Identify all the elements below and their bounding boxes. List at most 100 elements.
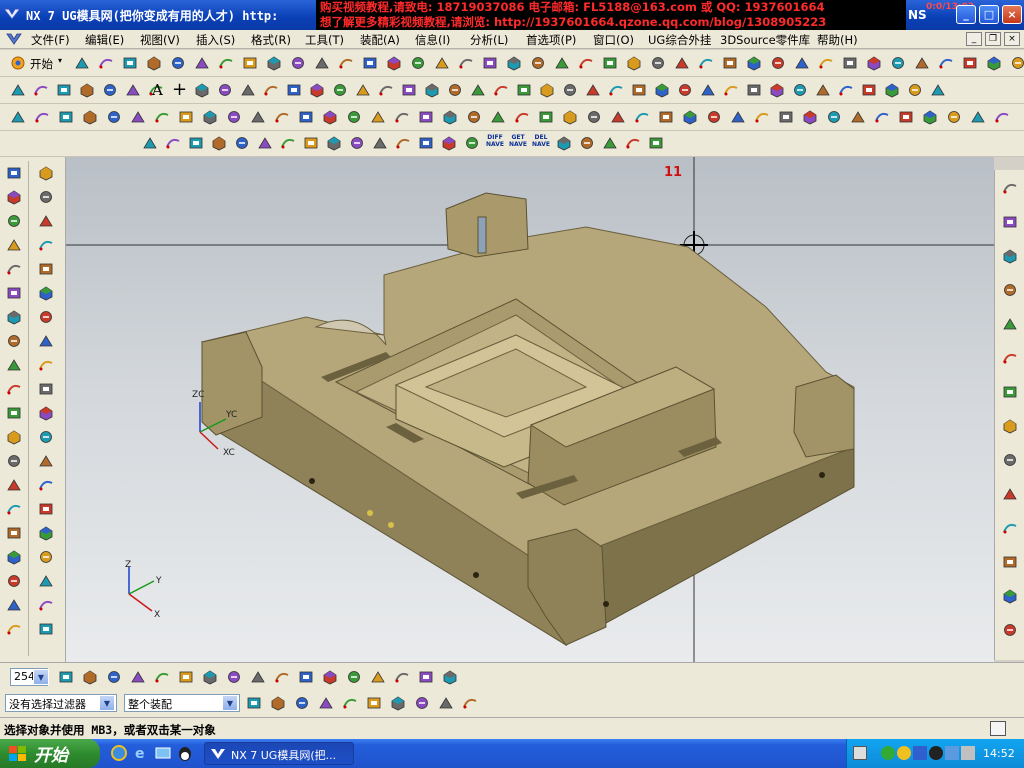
doc-minimize-button[interactable]: _ (966, 32, 982, 46)
start-button[interactable]: 开始 (0, 739, 100, 768)
curve-tool-icon[interactable] (284, 80, 304, 100)
resource-tab[interactable] (1000, 212, 1020, 232)
type-filter-arrow[interactable]: ▼ (99, 695, 115, 711)
start-dropdown-arrow[interactable]: ▾ (58, 56, 62, 65)
model-view[interactable]: YC XC ZC Z Y X (66, 157, 994, 662)
toolbar-tool-icon[interactable] (408, 53, 428, 73)
curve-tool-icon[interactable] (100, 80, 120, 100)
left-tool[interactable] (36, 475, 56, 495)
left-tool[interactable] (4, 451, 24, 471)
mold-tool-icon[interactable] (776, 107, 796, 127)
mold-tool-icon[interactable] (608, 107, 628, 127)
diff-nave-button[interactable]: DIFF NAVE (486, 134, 504, 154)
mold-tool-icon[interactable] (296, 107, 316, 127)
resource-tab[interactable] (1000, 178, 1020, 198)
toolbar-tool-icon[interactable] (768, 53, 788, 73)
mold-util-icon[interactable] (600, 133, 620, 153)
snap-tool-icon[interactable] (128, 667, 148, 687)
menu-ug-plugin[interactable]: UG综合外挂 (648, 32, 711, 48)
toolbar-tool-icon[interactable] (816, 53, 836, 73)
left-tool[interactable] (36, 427, 56, 447)
curve-tool-icon[interactable] (606, 80, 626, 100)
curve-tool-icon[interactable] (629, 80, 649, 100)
curve-tool-icon[interactable] (8, 80, 28, 100)
curve-tool-icon[interactable] (330, 80, 350, 100)
mold-tool-icon[interactable] (560, 107, 580, 127)
tray-app-icon[interactable] (881, 746, 895, 760)
toolbar-tool-icon[interactable] (936, 53, 956, 73)
mold-tool-icon[interactable] (344, 107, 364, 127)
mold-util-icon[interactable] (278, 133, 298, 153)
snap-tool-icon[interactable] (200, 667, 220, 687)
mold-util-icon[interactable] (324, 133, 344, 153)
left-tool[interactable] (36, 283, 56, 303)
layer-combo-arrow[interactable]: ▼ (33, 669, 49, 685)
left-tool[interactable] (4, 475, 24, 495)
curve-tool-icon[interactable] (836, 80, 856, 100)
mold-tool-icon[interactable] (8, 107, 28, 127)
mold-util-icon[interactable] (255, 133, 275, 153)
text-tool-button[interactable]: A (152, 81, 163, 99)
left-tool[interactable] (4, 259, 24, 279)
toolbar-tool-icon[interactable] (1008, 53, 1024, 73)
mold-util-icon[interactable] (186, 133, 206, 153)
toolbar-tool-icon[interactable] (912, 53, 932, 73)
resource-tab[interactable] (1000, 518, 1020, 538)
toolbar-tool-icon[interactable] (528, 53, 548, 73)
filter-tool-icon[interactable] (364, 693, 384, 713)
mold-tool-icon[interactable] (800, 107, 820, 127)
left-tool[interactable] (36, 619, 56, 639)
menu-window[interactable]: 窗口(O) (593, 32, 634, 48)
minimize-button[interactable]: _ (956, 5, 976, 24)
curve-tool-icon[interactable] (514, 80, 534, 100)
curve-tool-icon[interactable] (560, 80, 580, 100)
resource-tab[interactable] (1000, 620, 1020, 640)
curve-tool-icon[interactable] (652, 80, 672, 100)
mold-tool-icon[interactable] (728, 107, 748, 127)
filter-tool-icon[interactable] (460, 693, 480, 713)
mold-tool-icon[interactable] (896, 107, 916, 127)
get-nave-button[interactable]: GET NAVE (509, 134, 527, 154)
mold-util-icon[interactable] (140, 133, 160, 153)
toolbar-tool-icon[interactable] (432, 53, 452, 73)
curve-tool-icon[interactable] (744, 80, 764, 100)
left-tool[interactable] (36, 307, 56, 327)
toolbar-tool-icon[interactable] (168, 53, 188, 73)
left-tool[interactable] (36, 379, 56, 399)
mold-util-icon[interactable] (301, 133, 321, 153)
menu-format[interactable]: 格式(R) (251, 32, 291, 48)
left-tool[interactable] (4, 211, 24, 231)
left-tool[interactable] (36, 259, 56, 279)
mold-util-icon[interactable] (393, 133, 413, 153)
snap-tool-icon[interactable] (224, 667, 244, 687)
left-tool[interactable] (36, 547, 56, 567)
toolbar-tool-icon[interactable] (696, 53, 716, 73)
mold-tool-icon[interactable] (32, 107, 52, 127)
title-bar[interactable]: NX 7 UG模具网(把你变成有用的人才) http: 购买视频教程,请致电: … (0, 0, 1024, 33)
mold-tool-icon[interactable] (152, 107, 172, 127)
curve-tool-icon[interactable] (376, 80, 396, 100)
filter-tool-icon[interactable] (244, 693, 264, 713)
toolbar-tool-icon[interactable] (72, 53, 92, 73)
mold-tool-icon[interactable] (488, 107, 508, 127)
mold-util-icon[interactable] (209, 133, 229, 153)
mold-tool-icon[interactable] (824, 107, 844, 127)
mold-tool-icon[interactable] (680, 107, 700, 127)
mold-tool-icon[interactable] (248, 107, 268, 127)
mold-util-icon[interactable] (370, 133, 390, 153)
resource-tab[interactable] (1000, 552, 1020, 572)
menu-3dsource[interactable]: 3DSource零件库 (720, 32, 810, 48)
fit-view-icon[interactable] (990, 721, 1006, 736)
left-tool[interactable] (36, 187, 56, 207)
left-tool[interactable] (4, 523, 24, 543)
left-tool[interactable] (4, 427, 24, 447)
menu-assembly[interactable]: 装配(A) (360, 32, 400, 48)
menu-analysis[interactable]: 分析(L) (470, 32, 508, 48)
toolbar-tool-icon[interactable] (840, 53, 860, 73)
toolbar-tool-icon[interactable] (864, 53, 884, 73)
toolbar-tool-icon[interactable] (120, 53, 140, 73)
curve-tool-icon[interactable] (54, 80, 74, 100)
resource-tab[interactable] (1000, 450, 1020, 470)
menu-insert[interactable]: 插入(S) (196, 32, 235, 48)
mold-tool-icon[interactable] (704, 107, 724, 127)
